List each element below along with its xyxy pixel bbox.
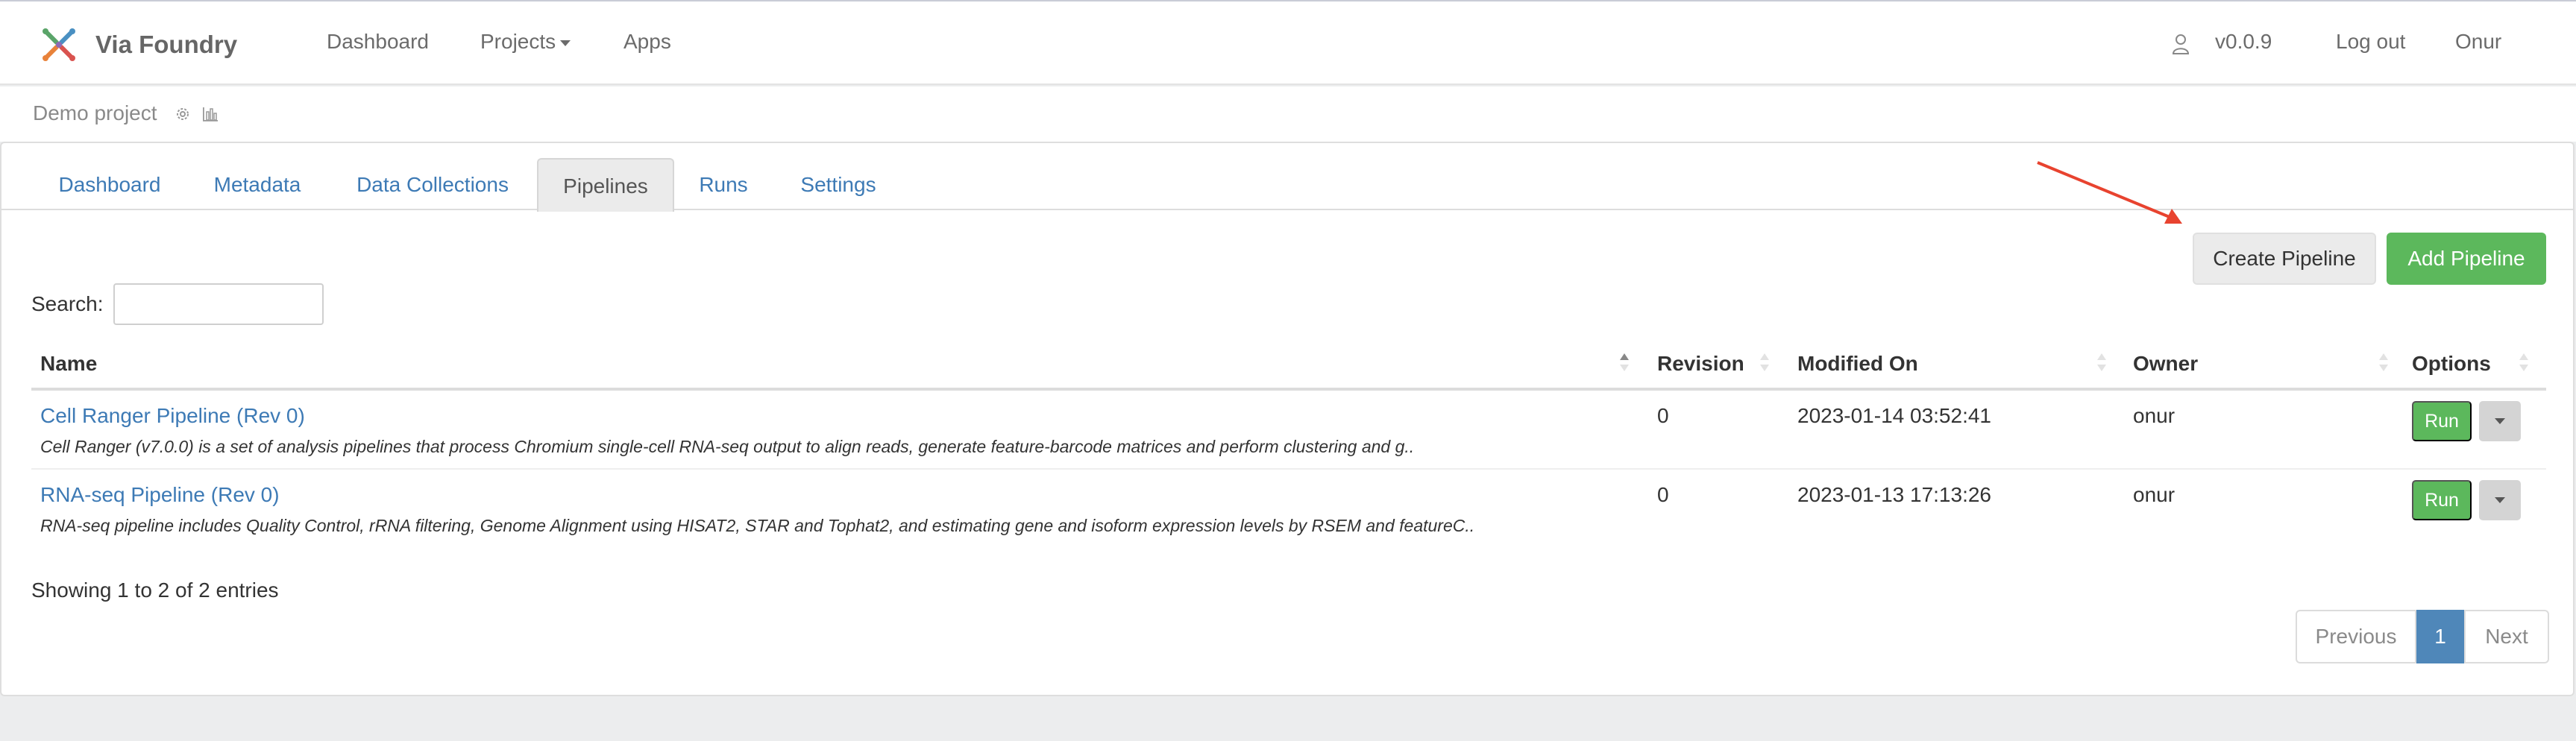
owner-cell: onur — [2133, 404, 2176, 427]
next-page-button[interactable]: Next — [2464, 610, 2549, 663]
sort-icon[interactable] — [2378, 350, 2390, 374]
revision-cell: 0 — [1657, 483, 1669, 506]
user-menu[interactable]: Onur — [2455, 30, 2501, 54]
search-input[interactable] — [113, 283, 324, 325]
options-dropdown-button[interactable] — [2479, 401, 2521, 441]
tab-data-collections[interactable]: Data Collections — [327, 158, 538, 210]
sort-icon[interactable] — [1759, 350, 1771, 374]
column-header-options[interactable]: Options — [2412, 352, 2491, 376]
pipeline-name-link[interactable]: RNA-seq Pipeline (Rev 0) — [40, 483, 280, 507]
create-pipeline-button[interactable]: Create Pipeline — [2193, 233, 2376, 285]
via-foundry-logo-icon — [43, 28, 75, 61]
options-dropdown-button[interactable] — [2479, 480, 2521, 520]
tab-metadata[interactable]: Metadata — [188, 158, 327, 210]
chevron-down-icon — [2495, 418, 2505, 424]
row-divider — [31, 468, 2546, 470]
brand-name: Via Foundry — [95, 31, 238, 58]
pipeline-name-link[interactable]: Cell Ranger Pipeline (Rev 0) — [40, 404, 305, 428]
sort-icon[interactable] — [2096, 350, 2108, 374]
chevron-down-icon — [2495, 497, 2505, 503]
run-button[interactable]: Run — [2412, 480, 2472, 520]
modified-on-cell: 2023-01-13 17:13:26 — [1797, 483, 1991, 506]
version-label: v0.0.9 — [2215, 30, 2272, 53]
brand[interactable]: Via Foundry — [39, 24, 237, 66]
nav-projects[interactable]: Projects — [480, 30, 571, 54]
column-header-name[interactable]: Name — [40, 352, 97, 376]
gear-icon[interactable] — [175, 106, 191, 122]
chevron-down-icon — [560, 40, 571, 46]
revision-cell: 0 — [1657, 404, 1669, 427]
pagination: Previous 1 Next — [2296, 610, 2549, 663]
tab-settings[interactable]: Settings — [773, 158, 904, 210]
nav-dashboard[interactable]: Dashboard — [327, 30, 429, 54]
tab-dashboard[interactable]: Dashboard — [31, 158, 188, 210]
add-pipeline-button[interactable]: Add Pipeline — [2387, 233, 2546, 285]
column-header-revision[interactable]: Revision — [1657, 352, 1744, 376]
nav-apps[interactable]: Apps — [623, 30, 671, 54]
sort-asc-icon[interactable] — [1618, 350, 1630, 374]
logout-link[interactable]: Log out — [2336, 30, 2405, 54]
project-name[interactable]: Demo project — [33, 101, 157, 125]
column-header-owner[interactable]: Owner — [2133, 352, 2198, 376]
pipeline-description: Cell Ranger (v7.0.0) is a set of analysi… — [40, 437, 1415, 456]
nav-projects-label: Projects — [480, 30, 556, 53]
annotation-arrow-icon — [2037, 161, 2182, 224]
pipeline-description: RNA-seq pipeline includes Quality Contro… — [40, 516, 1475, 535]
column-header-modified-on[interactable]: Modified On — [1797, 352, 1918, 376]
tab-runs[interactable]: Runs — [674, 158, 773, 210]
table-header-divider — [31, 388, 2546, 391]
page-1-button[interactable]: 1 — [2416, 610, 2464, 663]
modified-on-cell: 2023-01-14 03:52:41 — [1797, 404, 1991, 427]
top-navbar: Via Foundry Dashboard Projects Apps v0.0… — [0, 0, 2576, 85]
search-label: Search: — [31, 292, 104, 315]
previous-page-button[interactable]: Previous — [2296, 610, 2416, 663]
bar-chart-icon[interactable] — [201, 106, 219, 122]
user-icon[interactable] — [2172, 34, 2190, 54]
tab-pipelines[interactable]: Pipelines — [537, 158, 674, 212]
table-info: Showing 1 to 2 of 2 entries — [31, 578, 279, 602]
run-button[interactable]: Run — [2412, 401, 2472, 441]
sort-icon[interactable] — [2518, 350, 2530, 374]
owner-cell: onur — [2133, 483, 2176, 506]
project-bar: Demo project — [0, 86, 2576, 142]
